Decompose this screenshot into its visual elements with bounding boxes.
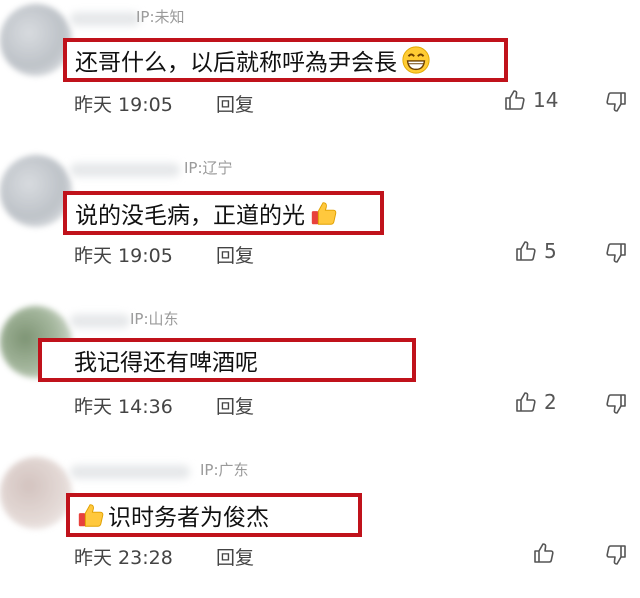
thumbs-up-emoji bbox=[311, 202, 337, 225]
thumbs-up-outline-icon bbox=[534, 543, 554, 563]
comment-item: IP:山东 我记得还有啤酒呢 昨天 14:36 回复 2 bbox=[0, 302, 640, 447]
avatar[interactable] bbox=[0, 155, 72, 227]
username-blurred[interactable] bbox=[70, 12, 140, 26]
ip-location: IP:辽宁 bbox=[184, 159, 233, 177]
reply-button[interactable]: 回复 bbox=[216, 392, 254, 419]
like-button[interactable]: 2 bbox=[514, 390, 557, 414]
thumbs-up-emoji bbox=[78, 504, 104, 527]
thumbs-up-outline-icon bbox=[516, 241, 536, 261]
like-count: 2 bbox=[544, 390, 557, 414]
comment-text-highlight: 我记得还有啤酒呢 bbox=[38, 338, 416, 382]
comment-text: 我记得还有啤酒呢 bbox=[74, 350, 258, 376]
avatar[interactable] bbox=[0, 457, 72, 529]
comment-timestamp: 昨天 23:28 bbox=[74, 547, 173, 569]
comment-timestamp: 昨天 14:36 bbox=[74, 396, 173, 418]
comment-text-highlight: 说的没毛病，正道的光 bbox=[63, 191, 384, 235]
thumbs-down-outline-icon[interactable] bbox=[604, 90, 628, 114]
like-button[interactable]: 14 bbox=[503, 88, 558, 112]
comment-text-highlight: 识时务者为俊杰 bbox=[66, 493, 362, 537]
thumbs-down-outline-icon[interactable] bbox=[604, 543, 628, 567]
comment-timestamp: 昨天 19:05 bbox=[74, 245, 173, 267]
reply-button[interactable]: 回复 bbox=[216, 543, 254, 570]
ip-location: IP:山东 bbox=[130, 310, 179, 328]
reply-button[interactable]: 回复 bbox=[216, 241, 254, 268]
like-count: 5 bbox=[544, 239, 557, 263]
reply-button[interactable]: 回复 bbox=[216, 90, 254, 117]
comment-text: 还哥什么，以后就称呼為尹会長 bbox=[75, 50, 397, 76]
comment-text-highlight: 还哥什么，以后就称呼為尹会長 bbox=[63, 38, 508, 82]
comment-item: IP:辽宁 说的没毛病，正道的光 昨天 19:05 回复 5 bbox=[0, 151, 640, 296]
grinning-face-emoji bbox=[402, 46, 430, 74]
comment-item: IP:广东 识时务者为俊杰 昨天 23:28 回复 bbox=[0, 453, 640, 598]
ip-location: IP:广东 bbox=[200, 461, 249, 479]
thumbs-up-outline-icon bbox=[516, 392, 536, 412]
comment-text: 说的没毛病，正道的光 bbox=[75, 203, 305, 229]
thumbs-down-outline-icon[interactable] bbox=[604, 392, 628, 416]
like-button[interactable] bbox=[532, 541, 562, 565]
username-blurred[interactable] bbox=[70, 163, 180, 177]
thumbs-up-outline-icon bbox=[505, 90, 525, 110]
ip-location: IP:未知 bbox=[136, 8, 185, 26]
comment-text: 识时务者为俊杰 bbox=[108, 505, 269, 531]
thumbs-down-outline-icon[interactable] bbox=[604, 241, 628, 265]
comment-item: IP:未知 还哥什么，以后就称呼為尹会長 昨天 19:05 回复 14 bbox=[0, 0, 640, 145]
like-count: 14 bbox=[533, 88, 559, 112]
comment-timestamp: 昨天 19:05 bbox=[74, 94, 173, 116]
avatar[interactable] bbox=[0, 4, 72, 76]
like-button[interactable]: 5 bbox=[514, 239, 557, 263]
username-blurred[interactable] bbox=[70, 465, 190, 479]
username-blurred[interactable] bbox=[70, 314, 130, 328]
